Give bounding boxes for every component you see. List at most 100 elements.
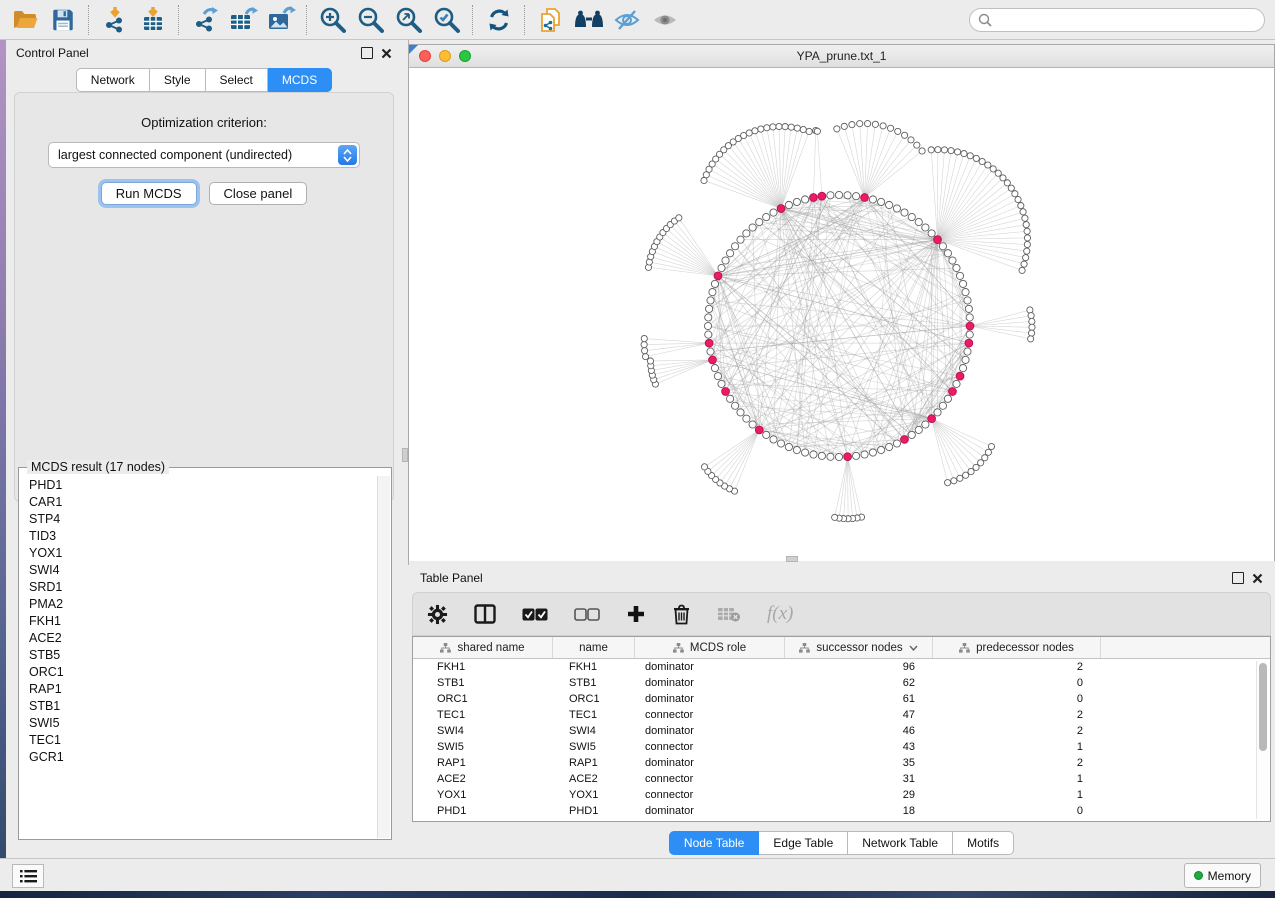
open-file-icon[interactable] [6,4,44,36]
mcds-result-item[interactable]: CAR1 [20,493,378,510]
close-panel-icon[interactable] [381,48,392,59]
zoom-selected-icon[interactable] [428,4,466,36]
graph-node[interactable] [801,196,808,203]
graph-node[interactable] [956,272,963,279]
show-all-icon[interactable] [646,4,684,36]
import-network-icon[interactable] [96,4,134,36]
float-table-panel-icon[interactable] [1232,572,1244,584]
graph-node[interactable] [914,142,920,148]
table-row[interactable]: SWI5SWI5connector431 [413,739,1270,755]
graph-node[interactable] [726,395,733,402]
graph-node[interactable] [718,264,725,271]
mcds-node[interactable] [901,436,909,444]
mcds-result-item[interactable]: TEC1 [20,731,378,748]
export-image-icon[interactable] [262,4,300,36]
mcds-result-item[interactable]: STB5 [20,646,378,663]
column-layout-icon[interactable] [474,604,496,624]
horizontal-splitter-grip[interactable] [786,556,798,562]
graph-node[interactable] [1023,222,1029,228]
graph-node[interactable] [1019,267,1025,273]
column-header-MCDS-role[interactable]: MCDS role [635,637,785,658]
tab-network[interactable]: Network [76,68,150,92]
graph-node[interactable] [1029,318,1035,324]
close-panel-button[interactable]: Close panel [209,182,308,205]
mcds-result-item[interactable]: STP4 [20,510,378,527]
import-table-icon[interactable] [134,4,172,36]
graph-node[interactable] [1028,336,1034,342]
mcds-result-item[interactable]: GCR1 [20,748,378,765]
graph-node[interactable] [961,151,967,157]
graph-node[interactable] [743,415,750,422]
graph-node[interactable] [763,431,770,438]
graph-node[interactable] [985,162,991,168]
graph-node[interactable] [641,348,647,354]
graph-node[interactable] [1008,185,1014,191]
graph-node[interactable] [878,446,885,453]
graph-node[interactable] [827,192,834,199]
mcds-node[interactable] [722,388,730,396]
mcds-node[interactable] [861,194,869,202]
tab-mcds[interactable]: MCDS [268,68,332,92]
graph-node[interactable] [835,191,842,198]
graph-node[interactable] [800,126,806,132]
memory-button[interactable]: Memory [1184,863,1261,888]
zoom-fit-icon[interactable] [390,4,428,36]
graph-node[interactable] [857,121,863,127]
table-row[interactable]: ACE2ACE2connector311 [413,771,1270,787]
graph-node[interactable] [935,147,941,153]
graph-node[interactable] [967,153,973,159]
hide-selected-icon[interactable] [608,4,646,36]
graph-node[interactable] [794,125,800,131]
graph-node[interactable] [726,250,733,257]
graph-node[interactable] [832,514,838,520]
clear-selection-icon[interactable] [574,608,600,621]
graph-node[interactable] [953,264,960,271]
graph-node[interactable] [901,209,908,216]
graph-node[interactable] [944,395,951,402]
graph-node[interactable] [944,250,951,257]
graph-node[interactable] [731,243,738,250]
task-history-button[interactable] [12,864,44,888]
graph-node[interactable] [770,209,777,216]
graph-node[interactable] [758,126,764,132]
graph-node[interactable] [1024,241,1030,247]
graph-node[interactable] [908,137,914,143]
graph-node[interactable] [901,132,907,138]
graph-node[interactable] [776,123,782,129]
graph-node[interactable] [869,449,876,456]
graph-node[interactable] [647,358,653,364]
graph-node[interactable] [869,196,876,203]
graph-node[interactable] [827,453,834,460]
graph-node[interactable] [964,297,971,304]
mcds-node[interactable] [777,205,785,213]
mcds-result-item[interactable]: YOX1 [20,544,378,561]
graph-node[interactable] [743,230,750,237]
graph-node[interactable] [954,149,960,155]
graph-node[interactable] [939,402,946,409]
table-row[interactable]: SWI4SWI4dominator462 [413,723,1270,739]
select-all-icon[interactable] [522,608,548,621]
graph-node[interactable] [718,380,725,387]
graph-node[interactable] [878,198,885,205]
copy-network-icon[interactable] [532,4,570,36]
tab-motifs[interactable]: Motifs [953,831,1014,855]
graph-node[interactable] [785,443,792,450]
graph-node[interactable] [966,314,973,321]
graph-node[interactable] [959,365,966,372]
graph-node[interactable] [1023,255,1029,261]
graph-node[interactable] [886,201,893,208]
graph-node[interactable] [711,280,718,287]
graph-node[interactable] [1028,330,1034,336]
graph-node[interactable] [948,148,954,154]
graph-node[interactable] [915,426,922,433]
mcds-result-item[interactable]: ACE2 [20,629,378,646]
graph-node[interactable] [990,166,996,172]
graph-node[interactable] [1015,196,1021,202]
graph-node[interactable] [880,123,886,129]
mcds-node[interactable] [810,194,818,202]
graph-node[interactable] [834,126,840,132]
graph-node[interactable] [707,348,714,355]
graph-node[interactable] [722,257,729,264]
graph-node[interactable] [957,475,963,481]
graph-node[interactable] [928,147,934,153]
